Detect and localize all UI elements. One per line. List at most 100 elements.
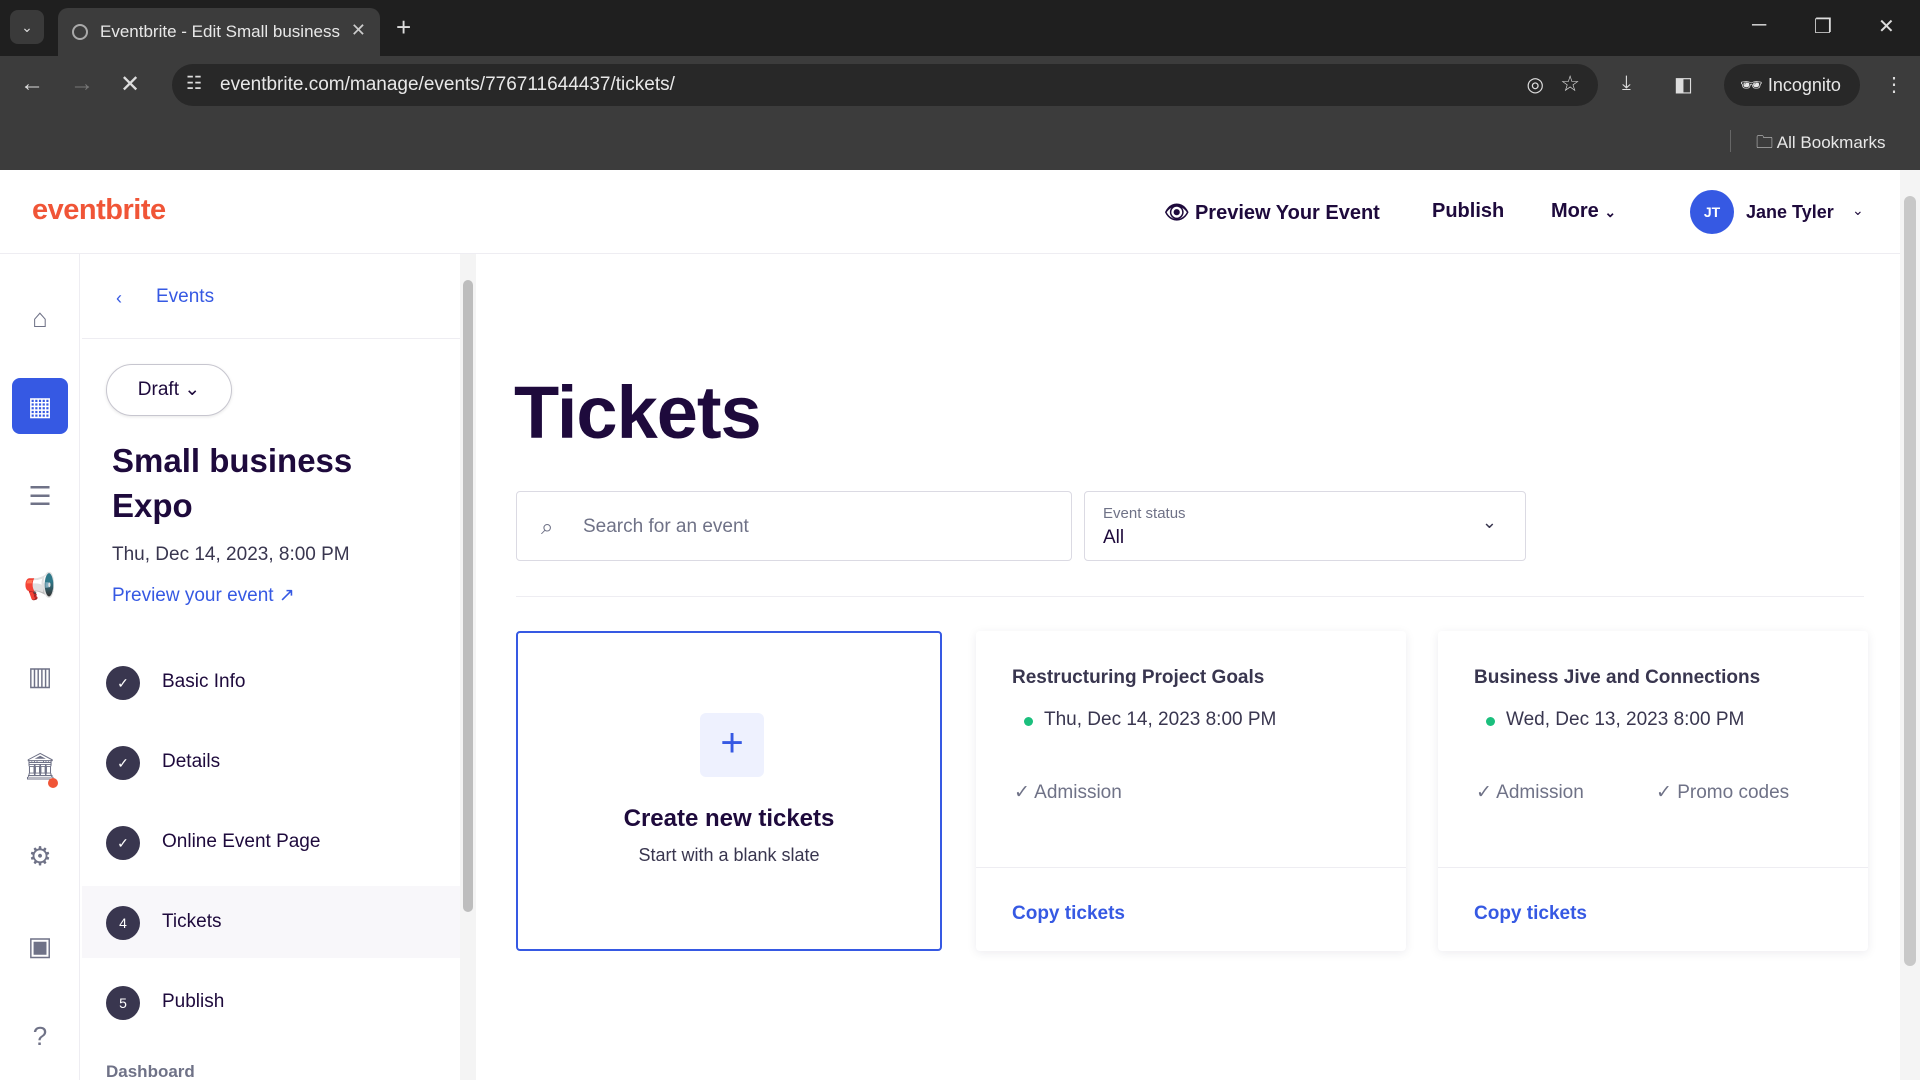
preview-event-button[interactable]: 👁 Preview Your Event bbox=[1164, 200, 1380, 225]
step-publish[interactable]: 5 Publish bbox=[82, 966, 461, 1038]
browser-tab-strip: ⌄ Eventbrite - Edit Small business ✕ + ─… bbox=[0, 0, 1920, 56]
sidebar-scrollbar[interactable] bbox=[460, 254, 476, 1080]
event-card-date: Wed, Dec 13, 2023 8:00 PM bbox=[1506, 709, 1745, 730]
side-panel-icon[interactable]: ◧ bbox=[1674, 72, 1693, 97]
stop-loading-icon[interactable]: ✕ bbox=[120, 70, 140, 99]
step-tickets[interactable]: 4 Tickets bbox=[82, 886, 461, 958]
publish-button[interactable]: Publish bbox=[1432, 200, 1504, 223]
check-icon: ✓ bbox=[106, 746, 140, 780]
search-input[interactable] bbox=[583, 504, 1053, 550]
external-link-icon: ↗ bbox=[278, 585, 295, 606]
create-card-subtitle: Start with a blank slate bbox=[638, 845, 820, 865]
step-details[interactable]: ✓ Details bbox=[82, 726, 461, 798]
settings-gear-icon[interactable]: ⚙ bbox=[12, 828, 68, 884]
event-card: Restructuring Project Goals Thu, Dec 14,… bbox=[976, 631, 1406, 951]
back-arrow-icon[interactable]: ← bbox=[20, 70, 44, 98]
home-icon[interactable]: ⌂ bbox=[12, 290, 68, 346]
included-item-label: Admission bbox=[1034, 782, 1122, 803]
event-status-label: Event status bbox=[1103, 505, 1186, 522]
chevron-down-icon: ⌄ bbox=[1604, 204, 1617, 220]
check-icon: ✓ bbox=[106, 666, 140, 700]
app-header: eventbrite 👁 Preview Your Event Publish … bbox=[0, 170, 1900, 254]
incognito-label: Incognito bbox=[1767, 75, 1841, 95]
included-item: ✓ Promo codes bbox=[1656, 781, 1789, 804]
step-number: 4 bbox=[106, 906, 140, 940]
status-dropdown-button[interactable]: Draft ⌄ bbox=[106, 364, 232, 416]
help-icon[interactable]: ? bbox=[12, 1008, 68, 1064]
bookmarks-divider bbox=[1730, 130, 1731, 152]
card-divider bbox=[976, 867, 1406, 868]
copy-tickets-button[interactable]: Copy tickets bbox=[1474, 903, 1587, 925]
sidebar-scrollbar-thumb[interactable] bbox=[463, 280, 473, 912]
preview-event-label: Preview Your Event bbox=[1194, 202, 1380, 224]
page-scrollbar-thumb[interactable] bbox=[1904, 196, 1916, 966]
main-divider bbox=[516, 596, 1864, 597]
included-item-label: Admission bbox=[1496, 782, 1584, 803]
new-tab-icon[interactable]: + bbox=[396, 12, 411, 42]
back-chevron-icon[interactable]: ‹ bbox=[116, 288, 122, 309]
minimize-icon[interactable]: ─ bbox=[1752, 14, 1766, 37]
megaphone-icon[interactable]: 📢 bbox=[12, 558, 68, 614]
step-label: Basic Info bbox=[162, 671, 246, 692]
step-label: Details bbox=[162, 751, 221, 772]
address-bar[interactable]: ☷ eventbrite.com/manage/events/776711644… bbox=[172, 64, 1598, 106]
restore-icon[interactable]: ❐ bbox=[1814, 14, 1832, 39]
browser-menu-icon[interactable]: ⋮ bbox=[1884, 72, 1904, 97]
step-label: Tickets bbox=[162, 911, 222, 932]
address-url[interactable]: eventbrite.com/manage/events/77671164443… bbox=[220, 74, 675, 96]
event-card-date: Thu, Dec 14, 2023 8:00 PM bbox=[1044, 709, 1277, 730]
bookmark-star-icon[interactable]: ☆ bbox=[1560, 71, 1580, 97]
page-scrollbar[interactable] bbox=[1900, 170, 1920, 1080]
avatar[interactable]: JT bbox=[1690, 190, 1734, 234]
create-new-tickets-card[interactable]: + Create new tickets Start with a blank … bbox=[516, 631, 942, 951]
create-card-title: Create new tickets bbox=[623, 805, 835, 832]
user-chevron-down-icon[interactable]: ⌄ bbox=[1852, 202, 1864, 219]
check-icon: ✓ bbox=[1014, 782, 1035, 803]
event-status-select[interactable]: Event status All ⌄ bbox=[1084, 491, 1526, 561]
incognito-badge[interactable]: 🕶 Incognito bbox=[1724, 64, 1860, 106]
page-title: Tickets bbox=[514, 371, 762, 454]
finance-bank-icon[interactable]: 🏛 bbox=[12, 738, 68, 794]
forward-arrow-icon[interactable]: → bbox=[70, 70, 94, 98]
step-online-event-page[interactable]: ✓ Online Event Page bbox=[82, 806, 461, 878]
eye-slash-icon[interactable]: ◎ bbox=[1527, 72, 1544, 97]
site-info-icon[interactable]: ☷ bbox=[186, 73, 202, 94]
apps-grid-icon[interactable]: ▣ bbox=[12, 918, 68, 974]
tab-search-chevron-icon[interactable]: ⌄ bbox=[10, 10, 44, 44]
copy-tickets-button[interactable]: Copy tickets bbox=[1012, 903, 1125, 925]
calendar-icon[interactable]: ▦ bbox=[12, 378, 68, 434]
preview-event-link-label: Preview your event bbox=[112, 585, 274, 606]
step-basic-info[interactable]: ✓ Basic Info bbox=[82, 646, 461, 718]
included-item: ✓ Admission bbox=[1476, 781, 1584, 804]
step-number: 5 bbox=[106, 986, 140, 1020]
user-name[interactable]: Jane Tyler bbox=[1746, 202, 1834, 223]
eye-icon: 👁 bbox=[1164, 202, 1195, 224]
card-divider bbox=[1438, 867, 1868, 868]
event-name: Small business Expo bbox=[112, 442, 353, 524]
preview-event-link[interactable]: Preview your event ↗ bbox=[112, 584, 295, 607]
download-icon[interactable]: ⤓ bbox=[1622, 72, 1631, 95]
eventbrite-logo[interactable]: eventbrite bbox=[32, 194, 166, 227]
event-card-title: Business Jive and Connections bbox=[1474, 667, 1761, 688]
included-item-label: Promo codes bbox=[1677, 782, 1790, 803]
browser-tab[interactable]: Eventbrite - Edit Small business ✕ bbox=[58, 8, 380, 56]
chevron-down-icon: ⌄ bbox=[184, 379, 201, 400]
orders-list-icon[interactable]: ☰ bbox=[12, 468, 68, 524]
back-to-events-link[interactable]: Events bbox=[156, 286, 214, 308]
window-close-icon[interactable]: ✕ bbox=[1878, 14, 1895, 39]
included-item: ✓ Admission bbox=[1014, 781, 1122, 804]
check-icon: ✓ bbox=[106, 826, 140, 860]
event-status-value: All bbox=[1103, 527, 1125, 548]
event-search[interactable]: ⌕ bbox=[516, 491, 1072, 561]
check-icon: ✓ bbox=[1656, 782, 1678, 803]
notification-dot bbox=[48, 778, 58, 788]
folder-icon: 🗀 bbox=[1756, 133, 1777, 152]
all-bookmarks-label: All Bookmarks bbox=[1776, 133, 1886, 152]
event-card: Business Jive and Connections Wed, Dec 1… bbox=[1438, 631, 1868, 951]
all-bookmarks-button[interactable]: 🗀 All Bookmarks bbox=[1756, 130, 1885, 159]
tab-close-icon[interactable]: ✕ bbox=[351, 20, 366, 41]
reports-chart-icon[interactable]: ▥ bbox=[12, 648, 68, 704]
tab-title: Eventbrite - Edit Small business bbox=[100, 22, 340, 41]
more-menu-button[interactable]: More ⌄ bbox=[1551, 200, 1616, 223]
search-icon: ⌕ bbox=[541, 514, 554, 539]
